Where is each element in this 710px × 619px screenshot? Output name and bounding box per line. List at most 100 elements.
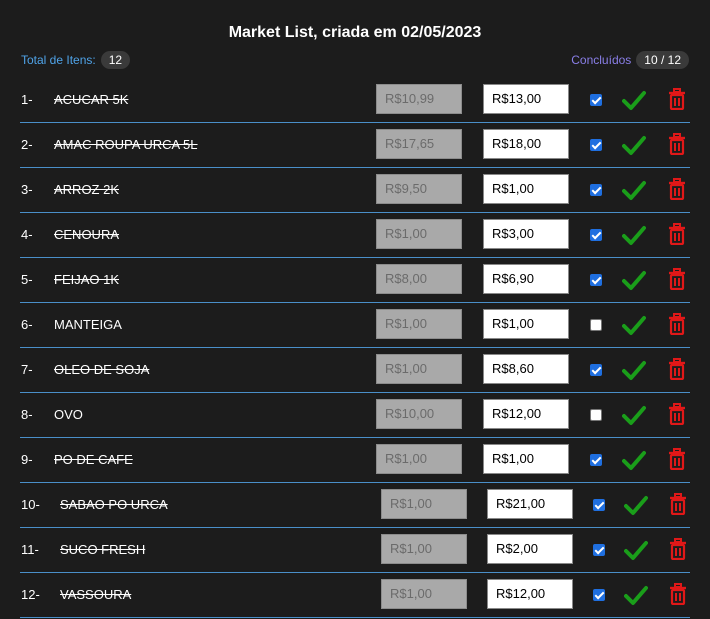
estimated-price-field: R$1,00 <box>376 219 462 249</box>
check-icon[interactable] <box>622 134 646 156</box>
done-checkbox[interactable] <box>590 454 602 466</box>
trash-icon[interactable] <box>668 268 686 291</box>
item-number: 7- <box>21 362 33 377</box>
real-price-input[interactable]: R$2,00 <box>487 534 573 564</box>
list-item: 1- ACUCAR 5K R$10,99 R$13,00 <box>20 78 690 123</box>
trash-icon[interactable] <box>669 583 687 606</box>
trash-icon[interactable] <box>669 493 687 516</box>
item-number: 10- <box>21 497 40 512</box>
list-item: 8- OVO R$10,00 R$12,00 <box>20 393 690 438</box>
list-item: 9- PO DE CAFE R$1,00 R$1,00 <box>20 438 690 483</box>
done-checkbox[interactable] <box>590 94 602 106</box>
list-item: 12- VASSOURA R$1,00 R$12,00 <box>20 573 690 618</box>
trash-icon[interactable] <box>668 178 686 201</box>
done-checkbox[interactable] <box>590 139 602 151</box>
real-price-input[interactable]: R$21,00 <box>487 489 573 519</box>
estimated-price-field: R$1,00 <box>376 309 462 339</box>
real-price-input[interactable]: R$1,00 <box>483 174 569 204</box>
item-name: SABAO PO URCA <box>60 497 168 512</box>
item-name: SUCO FRESH <box>60 542 146 557</box>
item-name: VASSOURA <box>60 587 132 602</box>
check-icon[interactable] <box>624 494 648 516</box>
check-icon[interactable] <box>622 449 646 471</box>
item-name: OVO <box>54 407 83 422</box>
item-name: CENOURA <box>54 227 120 242</box>
total-items-badge: 12 <box>100 51 131 69</box>
estimated-price-field: R$8,00 <box>376 264 462 294</box>
trash-icon[interactable] <box>668 403 686 426</box>
item-number: 8- <box>21 407 33 422</box>
trash-icon[interactable] <box>668 448 686 471</box>
list-item: 11- SUCO FRESH R$1,00 R$2,00 <box>20 528 690 573</box>
done-checkbox[interactable] <box>590 274 602 286</box>
total-items-label: Total de Itens: <box>21 53 96 67</box>
done-checkbox[interactable] <box>590 409 602 421</box>
check-icon[interactable] <box>622 314 646 336</box>
list-item: 7- OLEO DE SOJA R$1,00 R$8,60 <box>20 348 690 393</box>
item-number: 11- <box>21 542 39 557</box>
item-number: 4- <box>21 227 33 242</box>
item-name: FEIJAO 1K <box>54 272 120 287</box>
item-number: 12- <box>21 587 40 602</box>
real-price-input[interactable]: R$3,00 <box>483 219 569 249</box>
estimated-price-field: R$1,00 <box>381 579 467 609</box>
done-checkbox[interactable] <box>590 229 602 241</box>
real-price-input[interactable]: R$13,00 <box>483 84 569 114</box>
check-icon[interactable] <box>624 539 648 561</box>
page-title: Market List, criada em 02/05/2023 <box>228 24 482 41</box>
estimated-price-field: R$10,00 <box>376 399 462 429</box>
estimated-price-field: R$1,00 <box>381 489 467 519</box>
item-number: 6- <box>21 317 33 332</box>
real-price-input[interactable]: R$12,00 <box>483 399 569 429</box>
trash-icon[interactable] <box>668 313 686 336</box>
list-item: 2- AMAC ROUPA URCA 5L R$17,65 R$18,00 <box>20 123 690 168</box>
item-number: 5- <box>21 272 33 287</box>
list-item: 4- CENOURA R$1,00 R$3,00 <box>20 213 690 258</box>
check-icon[interactable] <box>622 404 646 426</box>
item-number: 9- <box>21 452 33 467</box>
item-name: ARROZ 2K <box>54 182 120 197</box>
estimated-price-field: R$10,99 <box>376 84 462 114</box>
check-icon[interactable] <box>622 359 646 381</box>
list-item: 5- FEIJAO 1K R$8,00 R$6,90 <box>20 258 690 303</box>
real-price-input[interactable]: R$1,00 <box>483 444 569 474</box>
done-checkbox[interactable] <box>590 364 602 376</box>
item-number: 2- <box>21 137 33 152</box>
list-item: 3- ARROZ 2K R$9,50 R$1,00 <box>20 168 690 213</box>
item-name: OLEO DE SOJA <box>54 362 150 377</box>
trash-icon[interactable] <box>668 358 686 381</box>
list-item: 10- SABAO PO URCA R$1,00 R$21,00 <box>20 483 690 528</box>
real-price-input[interactable]: R$8,60 <box>483 354 569 384</box>
trash-icon[interactable] <box>668 88 686 111</box>
real-price-input[interactable]: R$18,00 <box>483 129 569 159</box>
trash-icon[interactable] <box>668 223 686 246</box>
estimated-price-field: R$9,50 <box>376 174 462 204</box>
done-checkbox[interactable] <box>590 184 602 196</box>
real-price-input[interactable]: R$1,00 <box>483 309 569 339</box>
done-checkbox[interactable] <box>593 499 605 511</box>
check-icon[interactable] <box>622 269 646 291</box>
list-item: 6- MANTEIGA R$1,00 R$1,00 <box>20 303 690 348</box>
done-checkbox[interactable] <box>590 319 602 331</box>
item-name: MANTEIGA <box>54 317 122 332</box>
check-icon[interactable] <box>622 179 646 201</box>
completed-items: Concluídos 10 / 12 <box>571 51 689 69</box>
check-icon[interactable] <box>622 224 646 246</box>
real-price-input[interactable]: R$6,90 <box>483 264 569 294</box>
trash-icon[interactable] <box>669 538 687 561</box>
trash-icon[interactable] <box>668 133 686 156</box>
item-name: AMAC ROUPA URCA 5L <box>54 137 198 152</box>
done-checkbox[interactable] <box>593 544 605 556</box>
item-name: ACUCAR 5K <box>54 92 129 107</box>
real-price-input[interactable]: R$12,00 <box>487 579 573 609</box>
estimated-price-field: R$1,00 <box>376 444 462 474</box>
item-number: 3- <box>21 182 33 197</box>
check-icon[interactable] <box>624 584 648 606</box>
completed-badge: 10 / 12 <box>636 51 689 69</box>
check-icon[interactable] <box>622 89 646 111</box>
item-number: 1- <box>21 92 33 107</box>
done-checkbox[interactable] <box>593 589 605 601</box>
total-items: Total de Itens: 12 <box>21 51 131 69</box>
item-name: PO DE CAFE <box>54 452 133 467</box>
estimated-price-field: R$1,00 <box>376 354 462 384</box>
